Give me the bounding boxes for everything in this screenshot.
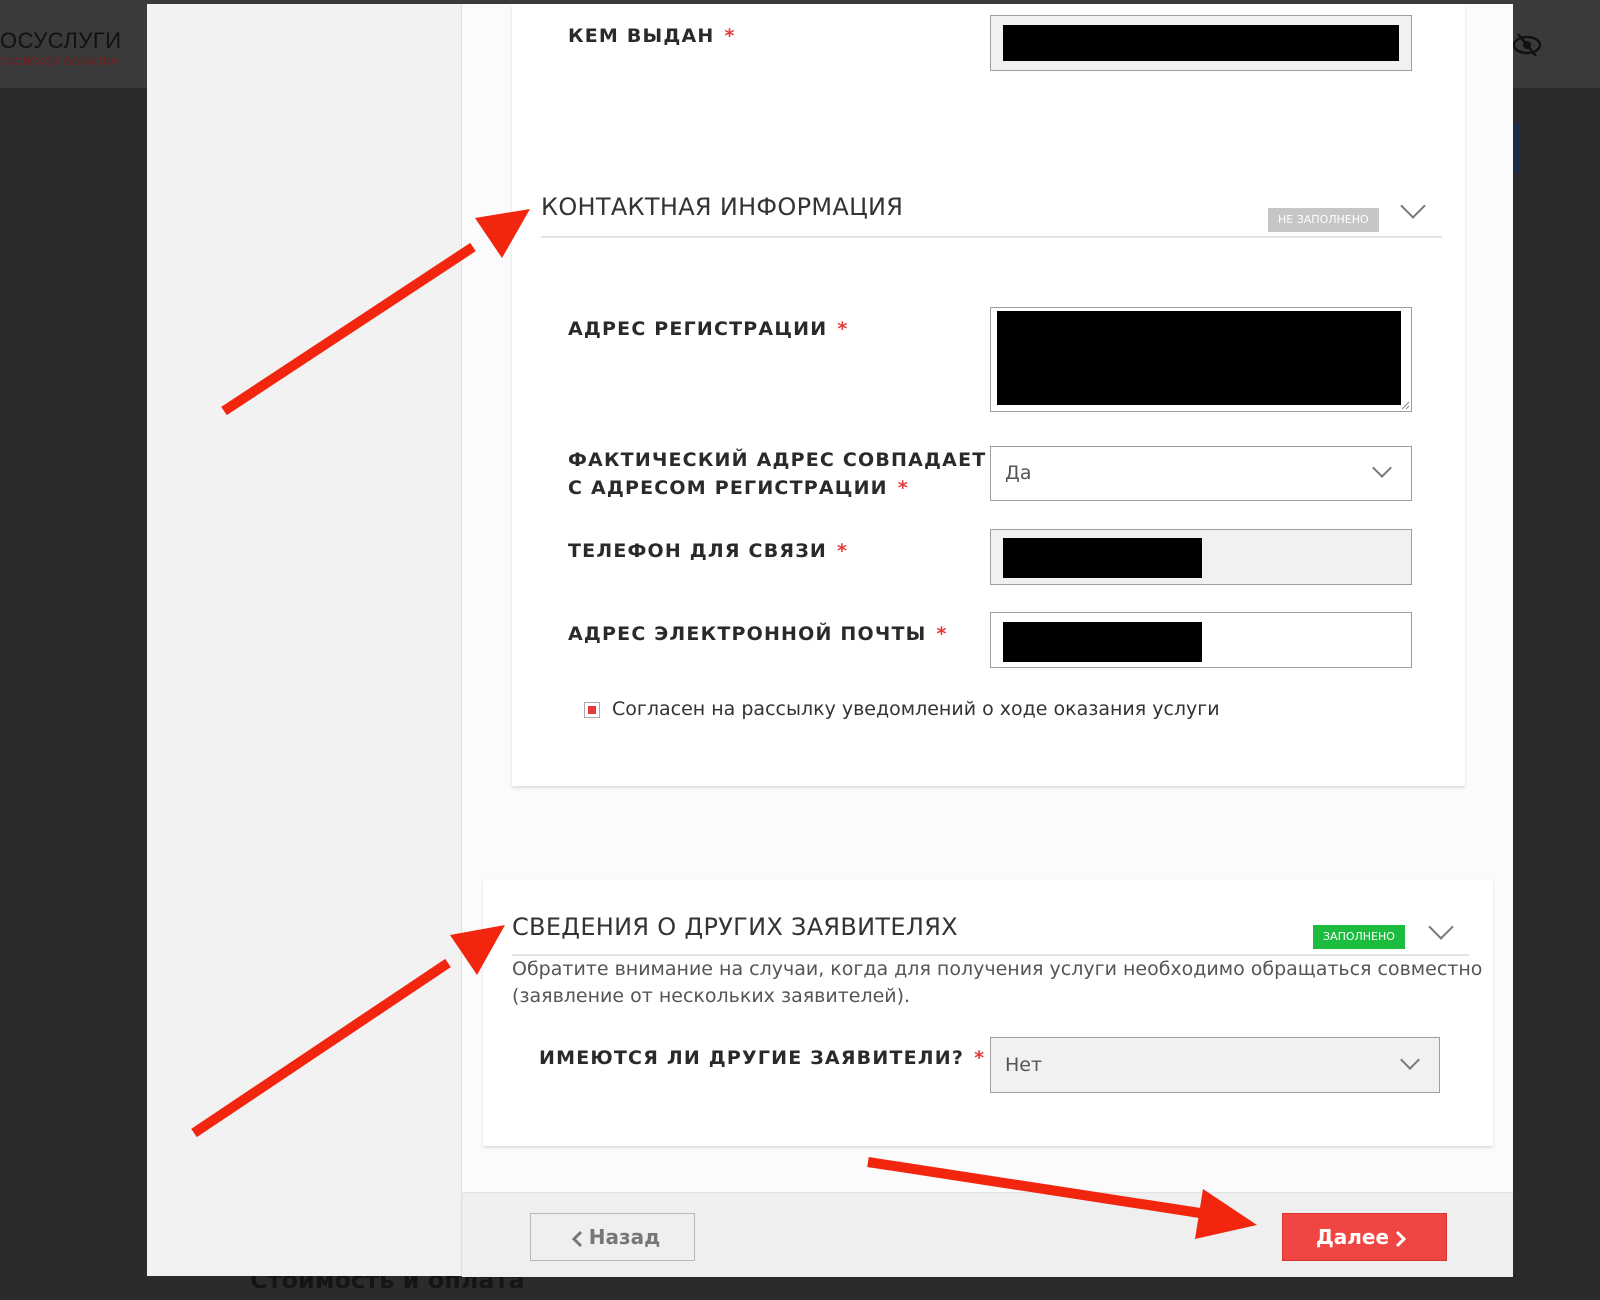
chevron-down-icon xyxy=(1372,458,1392,478)
email-field[interactable] xyxy=(990,612,1412,668)
redacted-value xyxy=(1003,622,1202,662)
status-badge: НЕ ЗАПОЛНЕНО xyxy=(1268,208,1379,232)
back-button[interactable]: Назад xyxy=(530,1213,695,1261)
issued-by-label: КЕМ ВЫДАН * xyxy=(568,25,736,47)
chevron-left-icon xyxy=(571,1230,582,1247)
redacted-value xyxy=(1003,25,1399,61)
registration-address-textarea[interactable] xyxy=(990,307,1412,412)
next-button[interactable]: Далее xyxy=(1282,1213,1447,1261)
select-value: Нет xyxy=(1005,1054,1043,1076)
other-applicants-label: ИМЕЮТСЯ ЛИ ДРУГИЕ ЗАЯВИТЕЛИ? * xyxy=(539,1047,986,1069)
other-applicants-select[interactable]: Нет xyxy=(990,1037,1440,1093)
consent-label[interactable]: Согласен на рассылку уведомлений о ходе … xyxy=(612,698,1220,720)
section-note: Обратите внимание на случаи, когда для п… xyxy=(512,958,1483,1007)
background-strip xyxy=(1512,122,1520,174)
redacted-value xyxy=(997,311,1401,405)
redacted-value xyxy=(1003,538,1202,578)
actual-address-label: ФАКТИЧЕСКИЙ АДРЕС СОВПАДАЕТ С АДРЕСОМ РЕ… xyxy=(568,449,987,499)
actual-address-select[interactable]: Да xyxy=(990,446,1412,501)
section-divider xyxy=(541,236,1442,238)
site-logo-title: ОСУСЛУГИ xyxy=(0,28,122,53)
resize-handle-icon[interactable] xyxy=(1400,400,1410,410)
issued-by-field[interactable] xyxy=(990,15,1412,71)
consent-checkbox[interactable] xyxy=(584,702,600,718)
eye-icon[interactable] xyxy=(1512,30,1542,60)
email-label: АДРЕС ЭЛЕКТРОННОЙ ПОЧТЫ * xyxy=(568,623,948,645)
site-logo-subtitle: СКОВСКОЙ ОБЛАСТИ xyxy=(0,56,116,68)
chevron-right-icon xyxy=(1395,1230,1407,1247)
modal-sidebar xyxy=(147,4,462,1276)
select-value: Да xyxy=(1005,462,1032,484)
chevron-down-icon xyxy=(1400,1050,1420,1070)
contact-section-title: КОНТАКТНАЯ ИНФОРМАЦИЯ xyxy=(541,193,904,221)
phone-label: ТЕЛЕФОН ДЛЯ СВЯЗИ * xyxy=(568,540,849,562)
registration-address-label: АДРЕС РЕГИСТРАЦИИ * xyxy=(568,318,849,340)
phone-field[interactable] xyxy=(990,529,1412,585)
other-applicants-section-title: СВЕДЕНИЯ О ДРУГИХ ЗАЯВИТЕЛЯХ xyxy=(512,913,958,941)
status-badge: ЗАПОЛНЕНО xyxy=(1313,925,1405,949)
